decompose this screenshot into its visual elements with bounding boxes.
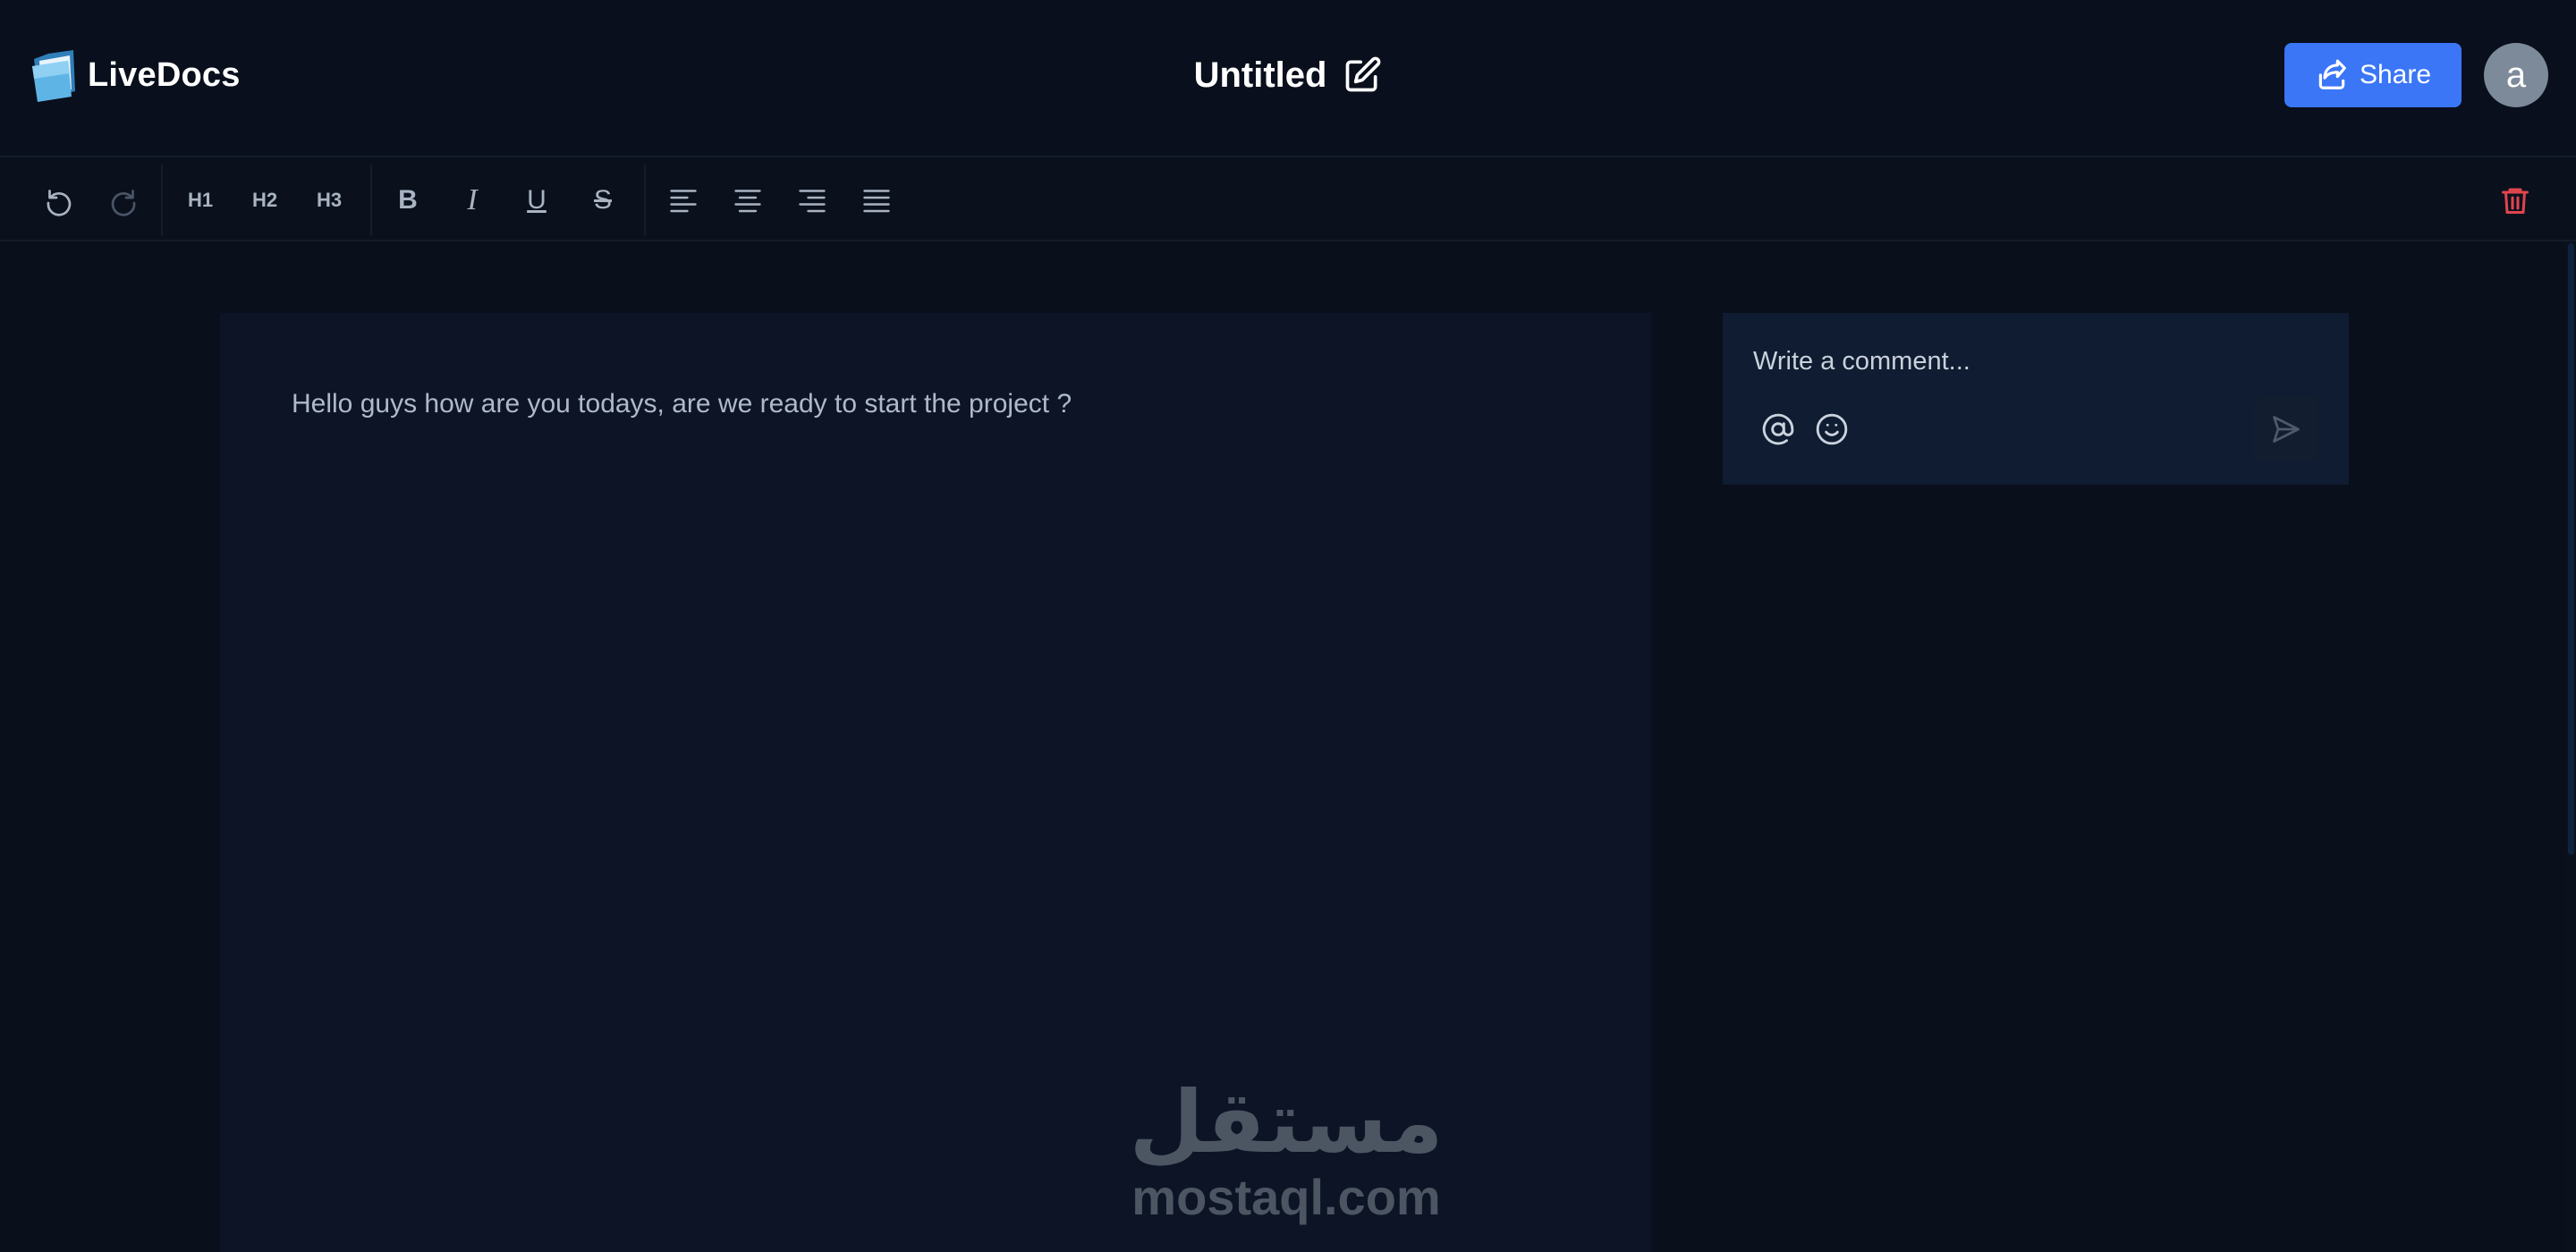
trash-icon xyxy=(2502,188,2529,214)
strikethrough-button[interactable]: S xyxy=(580,177,626,224)
delete-document-button[interactable] xyxy=(2492,177,2538,224)
send-icon xyxy=(2273,416,2300,443)
undo-button[interactable] xyxy=(36,177,82,224)
share-label: Share xyxy=(2359,60,2432,89)
send-comment-button[interactable] xyxy=(2254,397,2318,461)
share-button[interactable]: Share xyxy=(2284,43,2462,107)
underline-icon: U xyxy=(527,185,547,215)
emoji-button[interactable] xyxy=(1812,410,1852,449)
toolbar-divider xyxy=(644,165,646,236)
watermark-latin: mostaql.com xyxy=(1131,1169,1441,1225)
mention-button[interactable] xyxy=(1758,410,1798,449)
align-left-button[interactable] xyxy=(660,177,707,224)
share-icon xyxy=(2318,59,2346,89)
align-center-button[interactable] xyxy=(724,177,771,224)
align-center-icon xyxy=(734,190,761,213)
undo-icon xyxy=(47,190,72,216)
strikethrough-icon: S xyxy=(593,185,612,215)
redo-icon xyxy=(111,190,136,216)
page: LiveDocs Untitled Share a H1 H2 H3 B I U… xyxy=(0,0,2576,1252)
bold-button[interactable]: B xyxy=(385,177,431,224)
align-right-button[interactable] xyxy=(789,177,835,224)
align-justify-button[interactable] xyxy=(853,177,900,224)
watermark-arabic: مستقل xyxy=(1129,1072,1444,1172)
h3-label: H3 xyxy=(316,189,343,211)
editor-toolbar: H1 H2 H3 B I U S xyxy=(0,159,2576,241)
app-header: LiveDocs Untitled Share a xyxy=(0,0,2576,157)
h1-label: H1 xyxy=(187,189,214,211)
heading-1-button[interactable]: H1 xyxy=(177,177,224,224)
toolbar-divider xyxy=(370,165,372,236)
user-avatar[interactable]: a xyxy=(2484,43,2548,107)
italic-icon: I xyxy=(467,183,478,216)
align-left-icon xyxy=(670,190,697,213)
h2-label: H2 xyxy=(251,189,278,211)
redo-button[interactable] xyxy=(100,177,147,224)
folder-logo-icon xyxy=(32,50,75,102)
underline-button[interactable]: U xyxy=(513,177,560,224)
align-right-icon xyxy=(799,190,826,213)
app-logo[interactable]: LiveDocs xyxy=(30,47,241,104)
scrollbar-thumb[interactable] xyxy=(2568,243,2574,855)
doc-title-area: Untitled xyxy=(1163,50,1413,100)
comment-input[interactable] xyxy=(1753,343,2308,379)
watermark: مستقل mostaql.com xyxy=(1129,1073,1444,1227)
edit-icon[interactable] xyxy=(1343,55,1382,95)
heading-2-button[interactable]: H2 xyxy=(242,177,288,224)
editor-paragraph[interactable]: Hello guys how are you todays, are we re… xyxy=(292,386,1580,422)
at-icon xyxy=(1762,413,1794,445)
doc-title[interactable]: Untitled xyxy=(1194,55,1327,96)
bold-icon: B xyxy=(398,185,418,215)
comment-composer xyxy=(1723,313,2349,485)
toolbar-divider xyxy=(161,165,163,236)
heading-3-button[interactable]: H3 xyxy=(306,177,352,224)
app-name: LiveDocs xyxy=(88,55,241,94)
smiley-icon xyxy=(1816,413,1848,445)
italic-button[interactable]: I xyxy=(449,177,496,224)
align-justify-icon xyxy=(863,190,890,213)
